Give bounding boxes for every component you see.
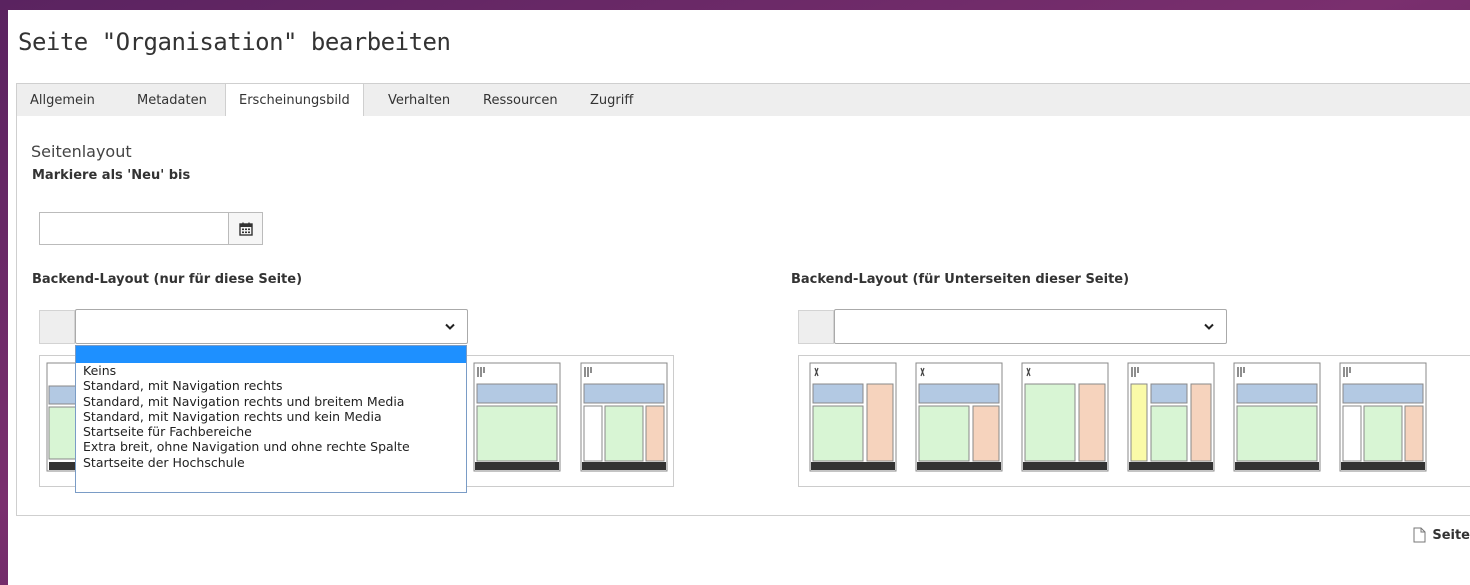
tab-ressourcen[interactable]: Ressourcen — [470, 84, 571, 117]
document-icon — [1413, 527, 1426, 543]
edit-form-panel: Seite "Organisation" bearbeiten Allgemei… — [8, 10, 1470, 585]
tab-erscheinungsbild[interactable]: Erscheinungsbild — [225, 84, 364, 118]
backend-layout-subpages-preview-addon — [798, 310, 834, 344]
tab-metadaten[interactable]: Metadaten — [124, 84, 220, 117]
tab-verhalten[interactable]: Verhalten — [375, 84, 463, 117]
backend-layout-preview-addon — [39, 310, 75, 344]
tab-zugriff[interactable]: Zugriff — [577, 84, 646, 117]
calendar-icon — [238, 222, 253, 236]
page-info-link[interactable]: Seite — [1413, 527, 1470, 543]
layout-thumbnail[interactable] — [580, 362, 668, 472]
layout-thumbnail[interactable] — [809, 362, 897, 472]
dropdown-option[interactable]: Extra breit, ohne Navigation und ohne re… — [76, 439, 466, 454]
layout-thumbnail[interactable] — [1339, 362, 1427, 472]
backend-layout-label: Backend-Layout (nur für diese Seite) — [32, 272, 303, 287]
layout-thumbnail[interactable] — [473, 362, 561, 472]
dropdown-option-empty[interactable] — [76, 346, 466, 363]
layout-thumbnail[interactable] — [1127, 362, 1215, 472]
page-info-label: Seite — [1432, 527, 1470, 543]
dropdown-option[interactable]: Standard, mit Navigation rechts — [76, 378, 466, 393]
page-title: Seite "Organisation" bearbeiten — [18, 28, 451, 56]
section-title: Seitenlayout — [31, 142, 132, 161]
dropdown-option[interactable]: Keins — [76, 363, 466, 378]
dropdown-option[interactable]: Startseite für Fachbereiche — [76, 424, 466, 439]
new-until-label: Markiere als 'Neu' bis — [32, 168, 191, 183]
dropdown-option[interactable]: Startseite der Hochschule — [76, 455, 466, 470]
dropdown-option[interactable]: Standard, mit Navigation rechts und brei… — [76, 394, 466, 409]
backend-layout-select[interactable] — [75, 309, 468, 344]
chevron-down-icon — [445, 323, 455, 330]
calendar-button[interactable] — [229, 212, 263, 245]
layout-thumbnail[interactable] — [915, 362, 1003, 472]
layout-thumbnail[interactable] — [1021, 362, 1109, 472]
tab-allgemein[interactable]: Allgemein — [17, 84, 108, 117]
backend-layout-subpages-thumbnails — [798, 355, 1470, 487]
tab-content-erscheinungsbild: Seitenlayout Markiere als 'Neu' bis Back… — [16, 116, 1470, 516]
new-until-date-input[interactable] — [39, 212, 229, 245]
chevron-down-icon — [1204, 323, 1214, 330]
layout-thumbnail[interactable] — [1233, 362, 1321, 472]
backend-layout-dropdown-list: Keins Standard, mit Navigation rechts St… — [75, 345, 467, 493]
tab-bar: Allgemein Metadaten Erscheinungsbild Ver… — [16, 83, 1470, 118]
dropdown-option[interactable]: Standard, mit Navigation rechts und kein… — [76, 409, 466, 424]
backend-layout-subpages-label: Backend-Layout (für Unterseiten dieser S… — [791, 272, 1130, 287]
backend-layout-subpages-select[interactable] — [834, 309, 1227, 344]
